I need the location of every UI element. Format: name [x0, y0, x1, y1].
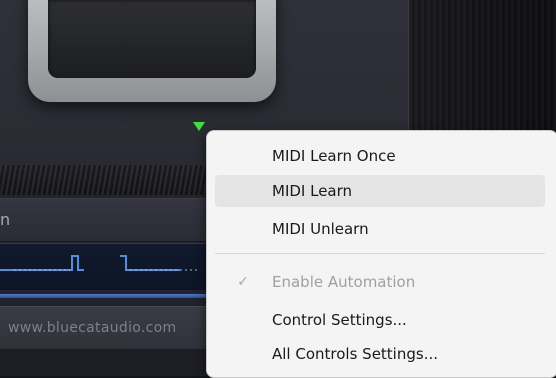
menu-item-label: All Controls Settings... [272, 345, 438, 363]
menu-separator [215, 253, 545, 254]
menu-item-control-settings[interactable]: Control Settings... [215, 304, 545, 336]
checkmark-icon: ✓ [237, 274, 249, 290]
menu-item-label: Enable Automation [272, 273, 416, 291]
menu-item-enable-automation[interactable]: ✓ Enable Automation [215, 266, 545, 298]
website-link[interactable]: www.bluecataudio.com [8, 307, 176, 349]
menu-item-label: MIDI Unlearn [272, 220, 369, 238]
menu-item-all-controls-settings[interactable]: All Controls Settings... [215, 338, 545, 370]
context-menu: MIDI Learn Once MIDI Learn MIDI Unlearn … [206, 130, 556, 378]
display-screen-frame [28, 0, 276, 102]
menu-item-midi-unlearn[interactable]: MIDI Unlearn [215, 213, 545, 245]
label-bar-text: n [0, 210, 11, 229]
menu-item-label: MIDI Learn Once [272, 147, 396, 165]
menu-item-midi-learn-once[interactable]: MIDI Learn Once [215, 140, 545, 172]
display-screen [48, 0, 256, 78]
menu-item-midi-learn[interactable]: MIDI Learn [215, 175, 545, 207]
menu-item-label: MIDI Learn [272, 182, 353, 200]
control-indicator-triangle-icon[interactable] [193, 122, 205, 131]
menu-item-label: Control Settings... [272, 311, 407, 329]
